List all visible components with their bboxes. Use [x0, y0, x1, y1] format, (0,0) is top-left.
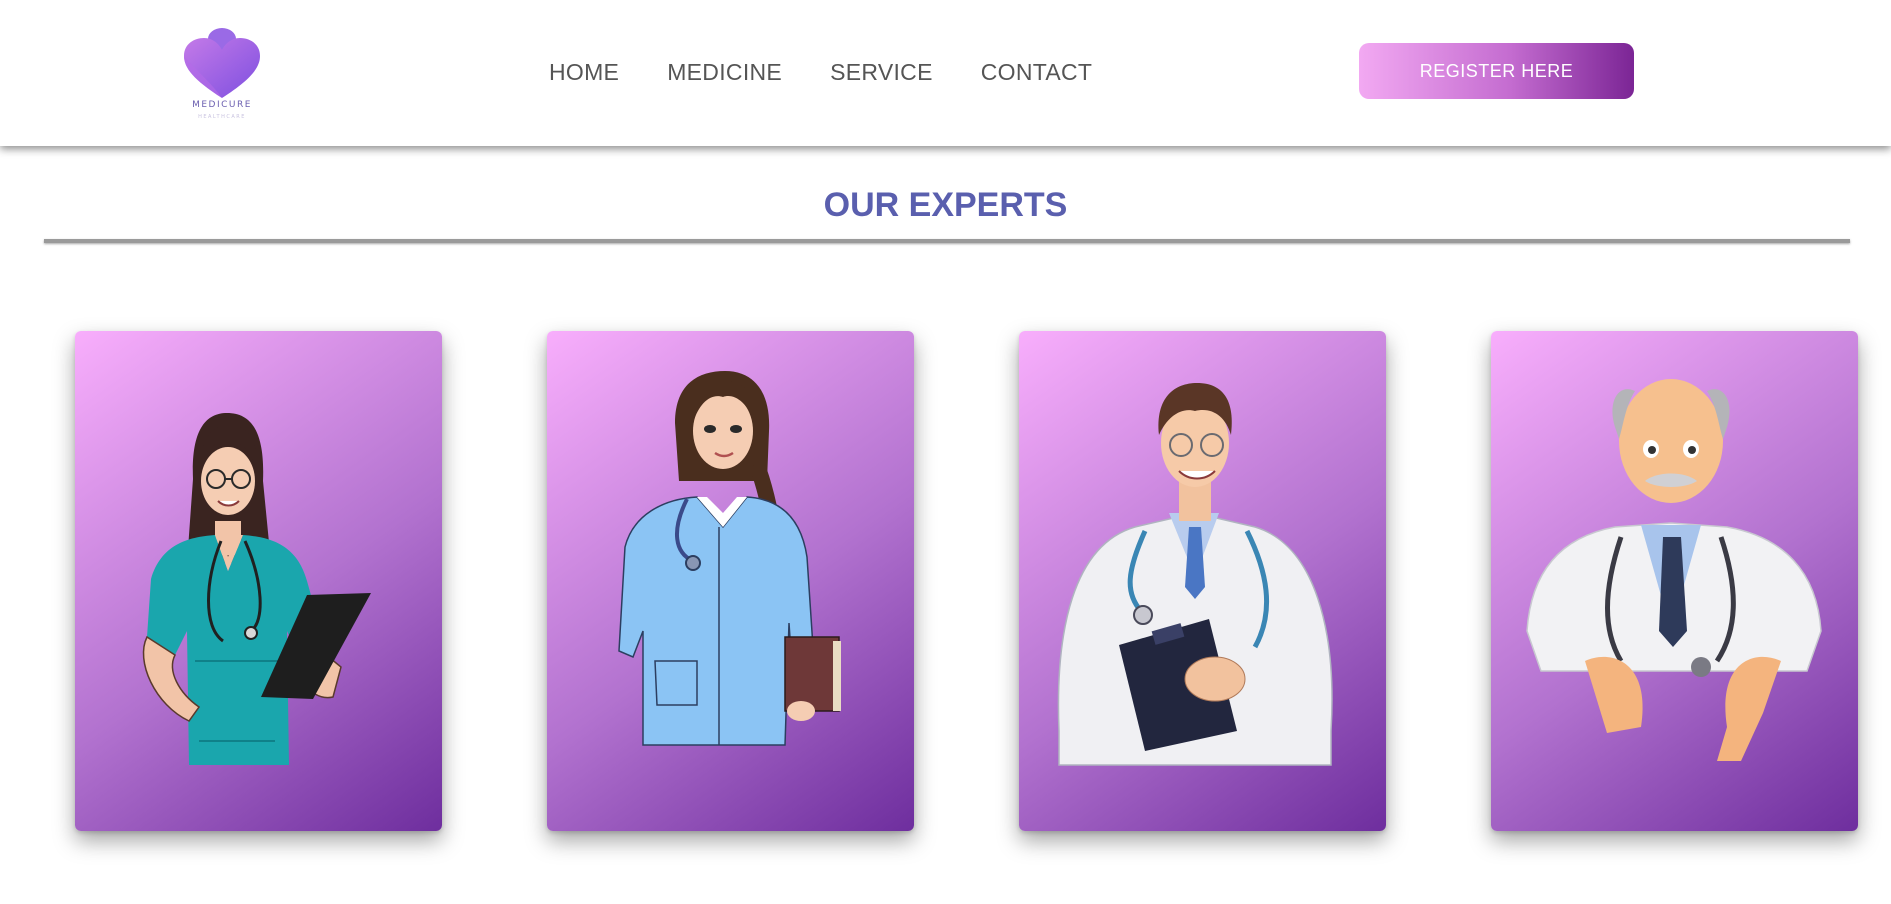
register-button[interactable]: REGISTER HERE: [1359, 43, 1634, 99]
navbar: MEDICURE HEALTHCARE HOME MEDICINE SERVIC…: [0, 0, 1891, 146]
expert-card-4[interactable]: [1491, 331, 1858, 831]
medicure-logo[interactable]: MEDICURE HEALTHCARE: [184, 28, 260, 128]
heart-logo-icon: [184, 28, 260, 98]
doctor-illustration-icon: [1526, 379, 1822, 761]
nav-link-medicine[interactable]: MEDICINE: [667, 56, 782, 88]
logo-name: MEDICURE: [192, 100, 252, 110]
expert-card-2[interactable]: [547, 331, 914, 831]
expert-card-3[interactable]: [1019, 331, 1386, 831]
doctor-illustration-icon: [618, 371, 841, 746]
doctor-illustration-icon: [142, 413, 371, 765]
nav-link-home[interactable]: HOME: [549, 56, 619, 88]
main-nav: HOME MEDICINE SERVICE CONTACT: [549, 56, 1092, 88]
nav-link-contact[interactable]: CONTACT: [981, 56, 1093, 88]
logo-tagline: HEALTHCARE: [198, 114, 246, 120]
title-divider: [44, 239, 1850, 243]
section-title: OUR EXPERTS: [823, 186, 1068, 224]
expert-card-1[interactable]: [75, 331, 442, 831]
doctor-illustration-icon: [1057, 383, 1333, 766]
nav-link-service[interactable]: SERVICE: [830, 56, 933, 88]
